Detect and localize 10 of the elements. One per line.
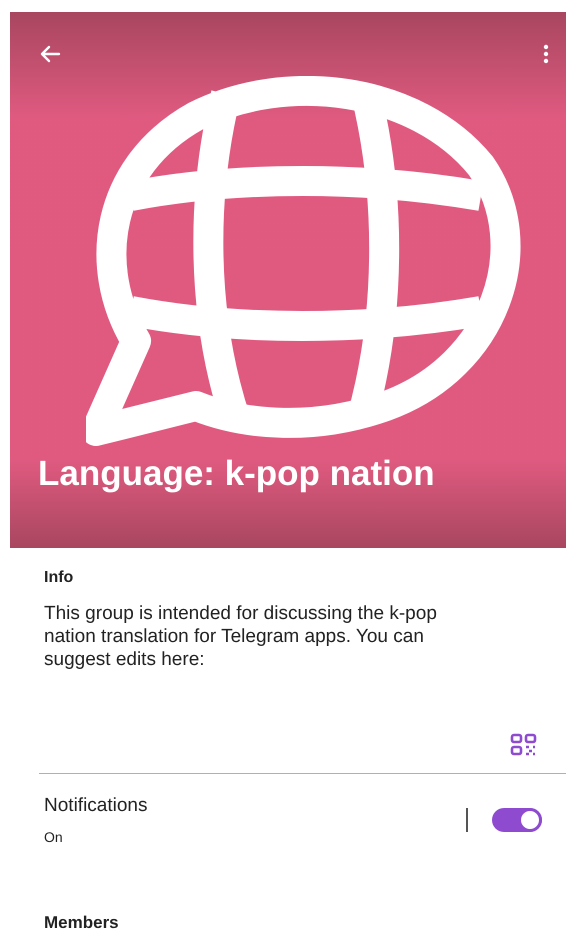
more-options-icon[interactable] [543,44,549,64]
members-heading: Members [43,912,120,934]
info-heading: Info [44,568,74,588]
notifications-toggle[interactable] [492,808,542,832]
notifications-label: Notifications [44,794,148,818]
qr-code-icon[interactable] [510,733,538,757]
group-description: This group is intended for discussing the k-pop nation translation for Telegram apps. You can suggest edits here: [44,602,438,671]
back-arrow-icon[interactable] [39,45,61,63]
notifications-status: On [44,828,64,846]
group-title: Language: k-pop nation [38,453,435,495]
